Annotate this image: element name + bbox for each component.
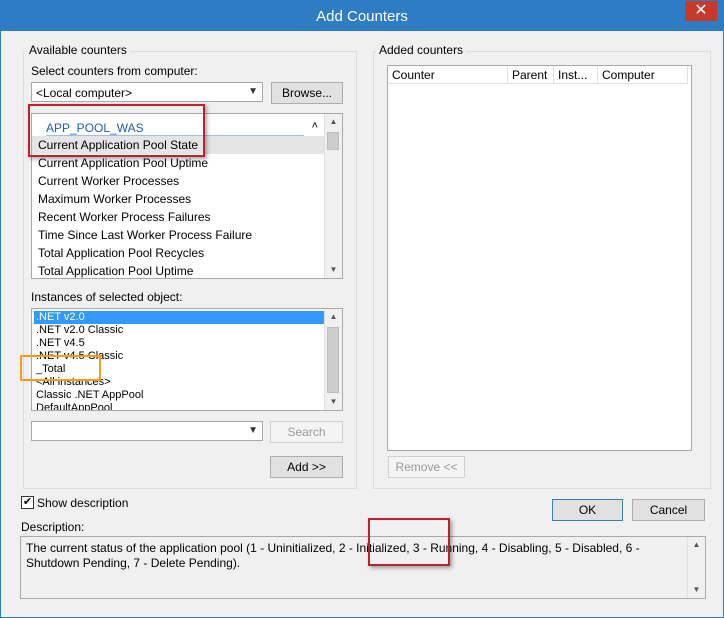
- chevron-down-icon: ▼: [248, 86, 258, 97]
- show-description-label[interactable]: Show description: [37, 496, 128, 510]
- column-counter[interactable]: Counter: [388, 66, 508, 83]
- instance-item[interactable]: Classic .NET AppPool: [34, 389, 324, 402]
- instance-item-label: Classic .NET AppPool: [36, 389, 144, 401]
- instance-item-label: DefaultAppPool: [36, 402, 113, 411]
- instance-item-label: .NET v4.5: [36, 337, 85, 349]
- counter-item-label: Current Application Pool Uptime: [38, 156, 209, 170]
- scroll-up-icon[interactable]: ▲: [688, 537, 705, 553]
- search-combo[interactable]: ▼: [31, 421, 263, 441]
- counter-item-label: Total Application Pool Uptime: [38, 264, 194, 278]
- scroll-up-icon[interactable]: ▲: [325, 309, 342, 325]
- instances-label: Instances of selected object:: [31, 290, 183, 304]
- column-instance[interactable]: Inst...: [554, 66, 598, 83]
- select-computer-label: Select counters from computer:: [31, 64, 198, 78]
- column-label: Counter: [392, 68, 435, 82]
- scroll-up-icon[interactable]: ▲: [325, 114, 342, 130]
- counter-item[interactable]: Time Since Last Worker Process Failure: [32, 226, 326, 244]
- search-button[interactable]: Search: [270, 421, 343, 443]
- cancel-button[interactable]: Cancel: [632, 499, 705, 521]
- column-computer[interactable]: Computer: [598, 66, 688, 83]
- counter-item[interactable]: Maximum Worker Processes: [32, 190, 326, 208]
- description-box: The current status of the application po…: [20, 536, 706, 599]
- counter-item-label: Maximum Worker Processes: [38, 192, 192, 206]
- column-label: Parent: [512, 68, 548, 82]
- column-parent[interactable]: Parent: [508, 66, 554, 83]
- column-label: Inst...: [558, 68, 588, 82]
- grid-header: Counter Parent Inst... Computer: [388, 66, 688, 84]
- window-title: Add Counters: [316, 8, 408, 25]
- available-counters-label: Available counters: [26, 43, 130, 57]
- column-label: Computer: [602, 68, 655, 82]
- highlight-total-box: [20, 355, 101, 381]
- counter-item[interactable]: Recent Worker Process Failures: [32, 208, 326, 226]
- add-button[interactable]: Add >>: [270, 456, 343, 478]
- computer-value: <Local computer>: [36, 86, 133, 100]
- instance-item[interactable]: DefaultAppPool: [34, 402, 324, 411]
- scroll-thumb[interactable]: [327, 132, 339, 150]
- counter-item[interactable]: Total Application Pool Uptime: [32, 262, 326, 278]
- counter-list-scrollbar[interactable]: ▲ ▼: [324, 114, 342, 278]
- added-counters-grid[interactable]: Counter Parent Inst... Computer: [387, 65, 692, 451]
- computer-combo[interactable]: <Local computer> ▼: [31, 82, 263, 102]
- instance-item[interactable]: .NET v4.5: [34, 337, 324, 350]
- description-label: Description:: [21, 520, 85, 534]
- scroll-down-icon[interactable]: ▼: [325, 394, 342, 410]
- highlight-counter-box: [28, 104, 205, 157]
- counter-item-label: Time Since Last Worker Process Failure: [38, 228, 253, 242]
- instance-item[interactable]: .NET v2.0: [34, 311, 324, 324]
- caret-up-icon[interactable]: ˄: [312, 120, 318, 132]
- highlight-running-box: [368, 518, 450, 566]
- description-text: The current status of the application po…: [26, 541, 640, 570]
- show-description-checkbox[interactable]: ✔: [21, 496, 34, 509]
- instances-list-scrollbar[interactable]: ▲ ▼: [324, 309, 342, 410]
- counter-item-label: Current Worker Processes: [38, 174, 180, 188]
- scroll-down-icon[interactable]: ▼: [688, 582, 705, 598]
- instance-item-label: .NET v2.0: [36, 311, 85, 323]
- scroll-thumb[interactable]: [327, 327, 339, 393]
- added-counters-label: Added counters: [376, 43, 467, 57]
- counter-item-label: Recent Worker Process Failures: [38, 210, 211, 224]
- title-bar: Add Counters ✕: [1, 1, 723, 31]
- counter-item[interactable]: Current Worker Processes: [32, 172, 326, 190]
- counter-item[interactable]: Total Application Pool Recycles: [32, 244, 326, 262]
- close-icon[interactable]: ✕: [685, 1, 717, 21]
- browse-button[interactable]: Browse...: [271, 82, 343, 104]
- checkmark-icon: ✔: [22, 496, 33, 508]
- remove-button[interactable]: Remove <<: [388, 456, 465, 478]
- counter-item-label: Total Application Pool Recycles: [38, 246, 205, 260]
- chevron-down-icon: ▼: [248, 425, 258, 436]
- description-scrollbar[interactable]: ▲ ▼: [687, 537, 705, 598]
- instance-item-label: .NET v2.0 Classic: [36, 324, 124, 336]
- add-counters-dialog: Add Counters ✕ Available counters Select…: [0, 0, 724, 618]
- instance-item[interactable]: .NET v2.0 Classic: [34, 324, 324, 337]
- ok-button[interactable]: OK: [552, 499, 623, 521]
- scroll-down-icon[interactable]: ▼: [325, 262, 342, 278]
